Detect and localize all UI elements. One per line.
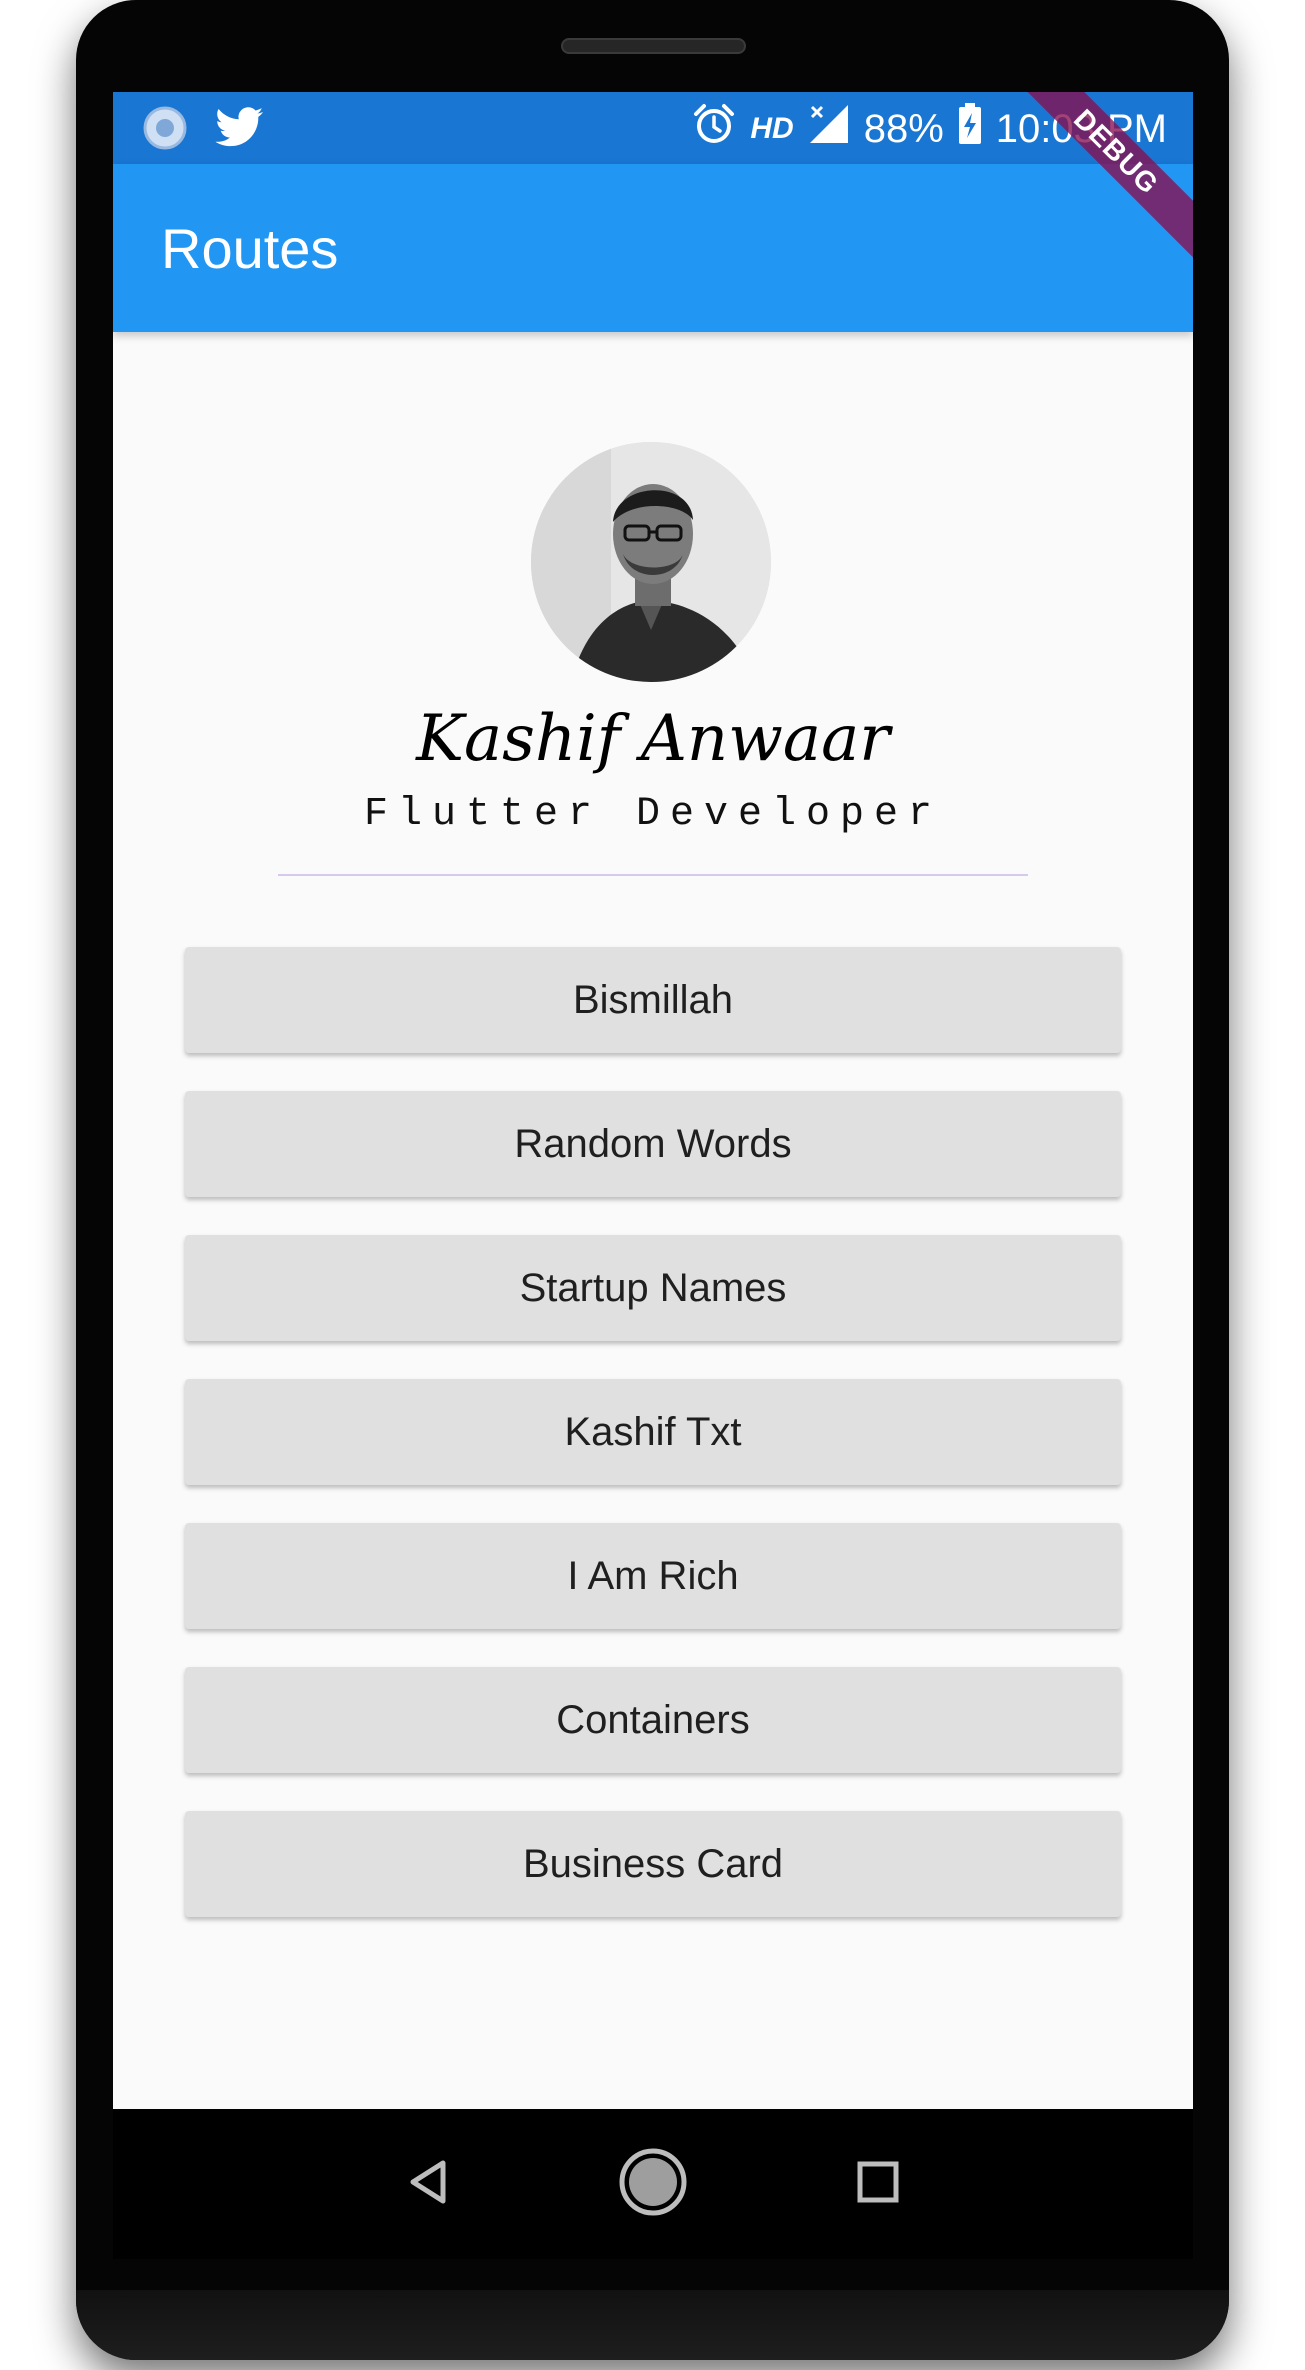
- i-am-rich-button[interactable]: I Am Rich: [185, 1523, 1121, 1629]
- home-button[interactable]: [608, 2139, 698, 2229]
- bismillah-button[interactable]: Bismillah: [185, 947, 1121, 1053]
- speaker-grille: [561, 38, 746, 54]
- divider: [278, 874, 1028, 876]
- recents-icon: [855, 2159, 901, 2210]
- page-title: Routes: [161, 217, 339, 280]
- chromium-icon: [143, 106, 187, 155]
- battery-charging-icon: [958, 103, 982, 155]
- alarm-icon: [692, 102, 736, 156]
- business-card-button[interactable]: Business Card: [185, 1811, 1121, 1917]
- twitter-icon: [215, 107, 265, 154]
- recents-button[interactable]: [833, 2139, 923, 2229]
- profile-name: Kashif Anwaar: [416, 702, 890, 776]
- back-button[interactable]: [383, 2139, 473, 2229]
- screen: HD 88% 10:03 PM: [113, 92, 1193, 2109]
- battery-percent: 88%: [863, 106, 944, 151]
- profile-role: Flutter Developer: [363, 792, 943, 837]
- phone-bottom-edge: [76, 2290, 1229, 2360]
- containers-button[interactable]: Containers: [185, 1667, 1121, 1773]
- app-bar: Routes: [113, 164, 1193, 332]
- home-icon: [618, 2147, 688, 2222]
- random-words-button[interactable]: Random Words: [185, 1091, 1121, 1197]
- network-type-label: HD: [750, 112, 794, 145]
- phone-frame: HD 88% 10:03 PM: [76, 0, 1229, 2360]
- avatar: [531, 442, 771, 682]
- kashif-txt-button[interactable]: Kashif Txt: [185, 1379, 1121, 1485]
- startup-names-button[interactable]: Startup Names: [185, 1235, 1121, 1341]
- navigation-bar: [113, 2109, 1193, 2259]
- cell-signal-icon: [808, 103, 850, 155]
- back-icon: [403, 2157, 453, 2212]
- status-bar: HD 88% 10:03 PM: [113, 92, 1193, 164]
